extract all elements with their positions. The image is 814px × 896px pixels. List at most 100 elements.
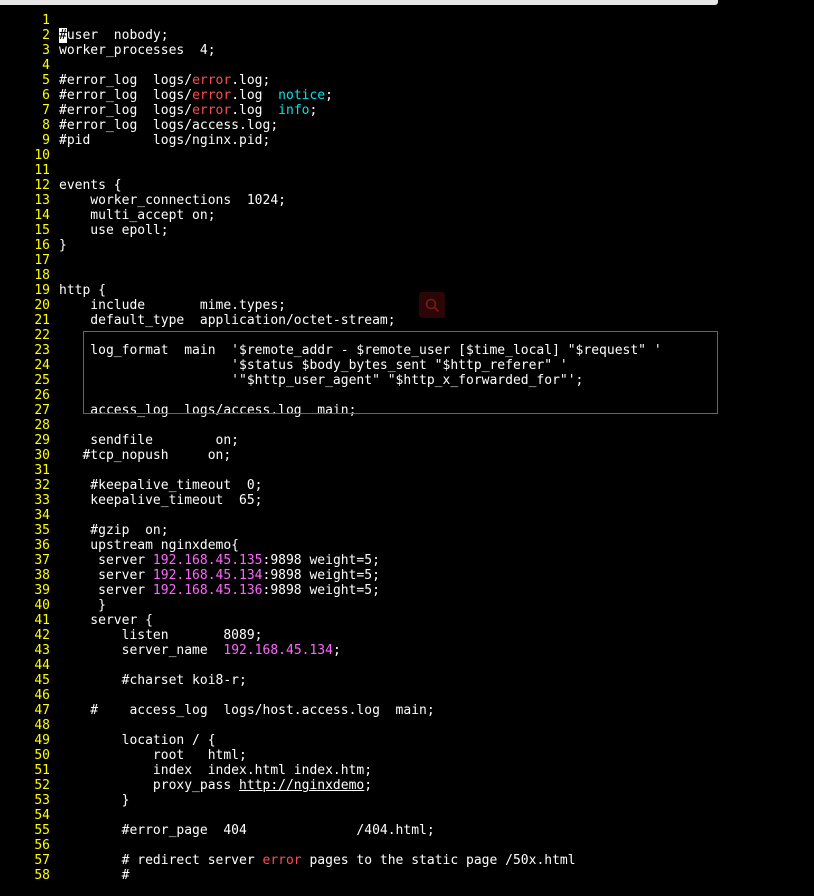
code-token: #charset koi8-r;	[59, 673, 247, 688]
line-number: 51	[34, 763, 50, 778]
code-token: 192.168.45.134	[152, 568, 263, 583]
line-text: sendfile on;	[59, 433, 239, 448]
code-token: #pid logs/nginx.pid;	[59, 133, 271, 148]
code-token: upstream nginxdemo{	[59, 538, 240, 553]
code-token: .log	[231, 88, 279, 103]
line-text: worker_processes 4;	[59, 43, 216, 58]
code-token: use epoll;	[59, 223, 169, 238]
code-token: #error_page 404 /404.html;	[59, 823, 435, 838]
code-token: user nobody;	[66, 28, 169, 43]
line-text: multi_accept on;	[59, 208, 215, 223]
line-text: }	[59, 238, 67, 253]
line-number: 17	[34, 253, 50, 268]
line-number: 33	[34, 493, 50, 508]
code-token: server_name	[59, 643, 224, 658]
line-text: log_format main '$remote_addr - $remote_…	[59, 343, 661, 358]
line-text: server 192.168.45.135:9898 weight=5;	[59, 553, 380, 568]
code-token: }	[59, 238, 67, 253]
line-number: 49	[34, 733, 50, 748]
line-number: 21	[34, 313, 50, 328]
code-token: notice	[278, 88, 326, 103]
line-number: 5	[42, 73, 50, 88]
line-number: 16	[34, 238, 50, 253]
line-number: 56	[34, 838, 50, 853]
code-token: server	[59, 553, 153, 568]
line-number: 53	[34, 793, 50, 808]
code-token: worker_processes 4;	[59, 43, 216, 58]
line-number: 36	[34, 538, 50, 553]
line-text: upstream nginxdemo{	[59, 538, 239, 553]
line-text: server_name 192.168.45.134;	[59, 643, 341, 658]
line-number: 3	[42, 43, 50, 58]
line-number: 48	[34, 718, 50, 733]
line-text: #error_page 404 /404.html;	[59, 823, 435, 838]
line-text: server 192.168.45.134:9898 weight=5;	[59, 568, 380, 583]
line-number: 54	[34, 808, 50, 823]
code-token: default_type application/octet-stream;	[59, 313, 396, 328]
code-token: ;	[325, 88, 333, 103]
line-number: 22	[34, 328, 50, 343]
line-number: 2	[42, 28, 50, 43]
line-number: 57	[34, 853, 50, 868]
line-number: 26	[34, 388, 50, 403]
code-token: root html;	[59, 748, 247, 763]
line-number: 31	[34, 463, 50, 478]
code-token: #error_log logs/	[59, 73, 193, 88]
line-text: '$status $body_bytes_sent "$http_referer…	[59, 358, 568, 373]
line-number: 27	[34, 403, 50, 418]
line-text: keepalive_timeout 65;	[59, 493, 262, 508]
line-text: #tcp_nopush on;	[59, 448, 231, 463]
code-token: include mime.types;	[59, 298, 286, 313]
search-overlay-button[interactable]	[419, 292, 445, 318]
vim-editor[interactable]: 1 2 #user nobody; 3 worker_processes 4; 4 5 #er…	[0, 6, 814, 896]
line-number: 19	[34, 283, 50, 298]
code-token: #error_log logs/	[59, 103, 193, 118]
code-token: server {	[59, 613, 153, 628]
code-token: events {	[59, 178, 122, 193]
code-token: '"$http_user_agent" "$http_x_forwarded_f…	[59, 373, 584, 388]
code-token: #error_log logs/access.log;	[59, 118, 279, 133]
code-token: :9898 weight=5;	[262, 568, 380, 583]
line-text: #error_log logs/error.log notice;	[59, 88, 333, 103]
code-token: proxy_pass	[59, 778, 240, 793]
code-token: #gzip on;	[59, 523, 169, 538]
code-token: access_log logs/access.log main;	[59, 403, 357, 418]
code-token: sendfile on;	[59, 433, 240, 448]
line-number: 50	[34, 748, 50, 763]
line-number: 39	[34, 583, 50, 598]
line-text: default_type application/octet-stream;	[59, 313, 396, 328]
code-token: server	[59, 568, 153, 583]
line-number: 7	[42, 103, 50, 118]
line-text: #error_log logs/error.log info;	[59, 103, 317, 118]
code-token: :9898 weight=5;	[262, 553, 380, 568]
line-number: 42	[34, 628, 50, 643]
line-text: location / {	[59, 733, 216, 748]
code-token: #	[59, 868, 130, 883]
line-number: 18	[34, 268, 50, 283]
line-number: 8	[42, 118, 50, 133]
line-text: access_log logs/access.log main;	[59, 403, 356, 418]
line-number: 29	[34, 433, 50, 448]
line-text: # redirect server error pages to the sta…	[59, 853, 576, 868]
line-number: 43	[34, 643, 50, 658]
code-token: http {	[59, 283, 106, 298]
line-number: 45	[34, 673, 50, 688]
line-number: 38	[34, 568, 50, 583]
code-token: server	[59, 583, 153, 598]
code-token: :9898 weight=5;	[262, 583, 380, 598]
line-text: server 192.168.45.136:9898 weight=5;	[59, 583, 380, 598]
window-title-strip	[0, 0, 718, 5]
line-text: }	[59, 598, 106, 613]
code-token: error	[262, 853, 302, 868]
code-token: #error_log logs/	[59, 88, 193, 103]
line-number: 12	[34, 178, 50, 193]
line-number: 23	[34, 343, 50, 358]
code-token: error	[192, 73, 232, 88]
text-cursor: #	[59, 28, 67, 43]
code-token: pages to the static page /50x.html	[301, 853, 576, 868]
code-token: index index.html index.htm;	[59, 763, 373, 778]
code-token: '$status $body_bytes_sent "$http_referer…	[59, 358, 568, 373]
line-text: server {	[59, 613, 153, 628]
line-number: 9	[42, 133, 50, 148]
code-token: }	[59, 598, 106, 613]
